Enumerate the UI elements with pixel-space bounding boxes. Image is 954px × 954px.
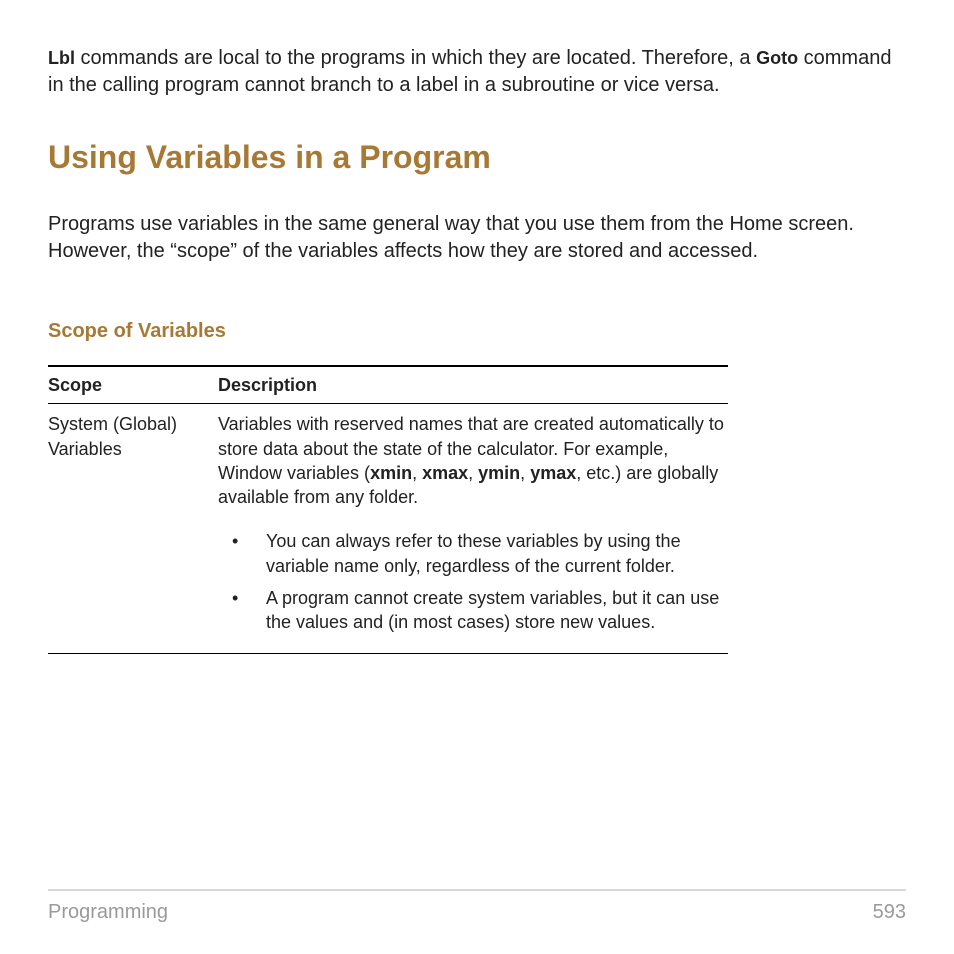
section-heading: Using Variables in a Program — [48, 139, 906, 176]
sep1: , — [412, 463, 422, 483]
footer-page-number: 593 — [873, 901, 906, 924]
scope-cell: System (Global) Variables — [48, 404, 218, 514]
table-header-description: Description — [218, 366, 728, 404]
table-row: You can always refer to these variables … — [48, 513, 728, 653]
intro-paragraph: Lbl commands are local to the programs i… — [48, 45, 906, 99]
xmax-bold: xmax — [422, 463, 468, 483]
footer-chapter: Programming — [48, 901, 168, 924]
intro-text-1: commands are local to the programs in wh… — [75, 47, 756, 69]
ymax-bold: ymax — [530, 463, 576, 483]
scope-subheading: Scope of Variables — [48, 320, 906, 343]
sep2: , — [468, 463, 478, 483]
lbl-command-text: Lbl — [48, 48, 75, 68]
description-cell: Variables with reserved names that are c… — [218, 404, 728, 514]
list-item: A program cannot create system variables… — [218, 586, 728, 643]
bullet-list: You can always refer to these variables … — [218, 529, 728, 642]
scope-table: Scope Description System (Global) Variab… — [48, 365, 728, 654]
table-row: System (Global) Variables Variables with… — [48, 404, 728, 514]
page-footer: Programming 593 — [48, 889, 906, 924]
table-header-scope: Scope — [48, 366, 218, 404]
goto-command-text: Goto — [756, 48, 798, 68]
sep3: , — [520, 463, 530, 483]
list-item: You can always refer to these variables … — [218, 529, 728, 586]
ymin-bold: ymin — [478, 463, 520, 483]
section-body-text: Programs use variables in the same gener… — [48, 211, 906, 265]
xmin-bold: xmin — [370, 463, 412, 483]
